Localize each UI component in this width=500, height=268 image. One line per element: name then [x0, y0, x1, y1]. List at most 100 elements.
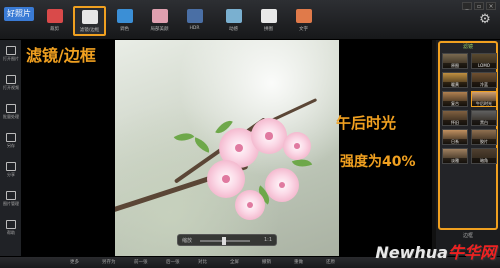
brush-icon — [151, 9, 168, 23]
annotation-title: 滤镜/边框 — [26, 46, 96, 65]
tool-crop[interactable]: 裁剪 — [38, 6, 71, 36]
watermark-brand: Newhua — [375, 243, 448, 262]
gear-icon[interactable]: ⚙ — [478, 13, 492, 27]
filter-thumbnail[interactable]: 原图 — [442, 53, 468, 69]
filter-panel-frame: 滤镜 原图 LOMO 暖黄 冷蓝复古 午后时光 怀旧 黑白日系 胶片 淡雅 暗角 — [438, 41, 498, 230]
sidebar-item-batch[interactable]: 批量处理 — [2, 104, 20, 124]
filter-thumbnail[interactable]: 淡雅 — [442, 148, 468, 164]
sidebar-item-video[interactable]: 打开视频 — [2, 75, 20, 95]
bottom-action[interactable]: 更多 — [70, 259, 79, 265]
sidebar-item-help[interactable]: 帮助 — [2, 220, 20, 240]
top-toolbar: 好照片 裁剪 滤镜/边框 调色 局部美颜 HDR 动感 拼图 文字 _ ▫ × ⚙ — [0, 0, 500, 40]
bottom-action[interactable]: 重做 — [294, 259, 303, 265]
annotation-effect: 午后时光 — [336, 114, 397, 132]
canvas-area: 缩放 1:1 — [22, 40, 432, 256]
filter-thumbnail-label: 午后时光 — [472, 101, 496, 106]
tool-text[interactable]: 文字 — [287, 6, 320, 36]
watermark: Newhua牛华网 — [375, 239, 496, 263]
tool-drop[interactable]: 调色 — [108, 6, 141, 36]
sidebar-item-manage[interactable]: 图片管理 — [2, 191, 20, 211]
bottom-action[interactable]: 撤销 — [262, 259, 271, 265]
filter-thumbnail-label: 暖黄 — [443, 82, 467, 87]
filter-thumbnail[interactable]: 复古 — [442, 91, 468, 107]
zoom-slider[interactable]: 缩放 1:1 — [177, 234, 277, 246]
manage-icon — [6, 191, 16, 200]
sidebar-item-label: 另存 — [7, 143, 15, 148]
tool-brush[interactable]: 局部美颜 — [143, 6, 176, 36]
watermark-suffix: 牛华网 — [447, 243, 496, 262]
sidebar-item-label: 图片管理 — [3, 201, 19, 206]
tool-label: 拼图 — [264, 27, 273, 32]
crop-icon — [46, 9, 63, 23]
bottom-action[interactable]: 前一张 — [134, 259, 148, 265]
filter-thumbnail[interactable]: 胶片 — [471, 129, 497, 145]
motion-icon — [225, 9, 242, 23]
tool-motion[interactable]: 动感 — [217, 6, 250, 36]
sidebar-item-label: 批量处理 — [3, 114, 19, 119]
zoom-knob[interactable] — [222, 237, 226, 245]
bottom-action[interactable]: 后一张 — [166, 259, 180, 265]
sidebar-item-save[interactable]: 另存 — [2, 133, 20, 153]
sidebar-item-label: 打开图片 — [3, 56, 19, 61]
filter-panel-header: 滤镜 — [462, 44, 473, 50]
tool-label: 局部美颜 — [150, 27, 169, 32]
filter-panel: 滤镜 原图 LOMO 暖黄 冷蓝复古 午后时光 怀旧 黑白日系 胶片 淡雅 暗角 边框 — [436, 40, 500, 256]
filter-thumbnail[interactable]: 暗角 — [471, 148, 497, 164]
filter-thumbnail-label: LOMO — [472, 63, 496, 68]
sidebar-item-label: 打开视频 — [3, 85, 19, 90]
filter-thumbnail-label: 原图 — [443, 63, 467, 68]
tool-collage[interactable]: 拼图 — [252, 6, 285, 36]
sidebar-item-label: 分享 — [7, 172, 15, 177]
folder-icon — [6, 46, 16, 55]
filter-thumbnail-label: 黑白 — [472, 120, 496, 125]
filter-thumbnail[interactable]: 冷蓝 — [471, 72, 497, 88]
bottom-action[interactable]: 对比 — [198, 259, 207, 265]
sidebar-item-share[interactable]: 分享 — [2, 162, 20, 182]
tool-label: 文字 — [299, 27, 308, 32]
bottom-action[interactable]: 全屏 — [230, 259, 239, 265]
tool-filter[interactable]: 滤镜/边框 — [73, 6, 106, 36]
tool-list: 裁剪 滤镜/边框 调色 局部美颜 HDR 动感 拼图 文字 — [38, 6, 322, 36]
tool-hdr[interactable]: HDR — [178, 6, 211, 36]
border-tab[interactable]: 边框 — [438, 232, 498, 239]
bottom-action[interactable]: 还原 — [326, 259, 335, 265]
tool-label: 动感 — [229, 27, 238, 32]
filter-thumbnail[interactable]: LOMO — [471, 53, 497, 69]
video-icon — [6, 75, 16, 84]
minimize-button[interactable]: _ — [462, 2, 472, 10]
filter-thumbnail[interactable]: 怀旧 — [442, 110, 468, 126]
hdr-icon — [186, 9, 203, 23]
save-icon — [6, 133, 16, 142]
filter-thumbnail-label: 日系 — [443, 139, 467, 144]
filter-thumbnail-label: 复古 — [443, 101, 467, 106]
filter-thumbnail[interactable]: 暖黄 — [442, 72, 468, 88]
filter-thumbnail[interactable]: 黑白 — [471, 110, 497, 126]
collage-icon — [260, 9, 277, 23]
tool-label: 裁剪 — [50, 27, 59, 32]
tool-label: 调色 — [120, 27, 129, 32]
filter-thumbnail-label: 暗角 — [472, 158, 496, 163]
batch-icon — [6, 104, 16, 113]
filter-thumbnail-label: 胶片 — [472, 139, 496, 144]
close-button[interactable]: × — [486, 2, 496, 10]
filter-icon — [81, 10, 98, 24]
filter-thumbnail[interactable]: 午后时光 — [471, 91, 497, 107]
tool-label: 滤镜/边框 — [79, 28, 100, 33]
text-icon — [295, 9, 312, 23]
help-icon — [6, 220, 16, 229]
sidebar-item-folder[interactable]: 打开图片 — [2, 46, 20, 66]
bottom-action[interactable]: 另存为 — [102, 259, 116, 265]
annotation-strength: 强度为40% — [340, 154, 416, 170]
filter-thumbnail[interactable]: 日系 — [442, 129, 468, 145]
share-icon — [6, 162, 16, 171]
photo-canvas[interactable] — [115, 40, 339, 256]
window-controls: _ ▫ × — [462, 2, 496, 10]
tool-label: HDR — [189, 26, 200, 31]
filter-thumbnail-label: 冷蓝 — [472, 82, 496, 87]
zoom-label: 缩放 — [182, 238, 193, 244]
left-sidebar: 打开图片打开视频批量处理另存分享图片管理帮助 — [0, 40, 22, 256]
drop-icon — [116, 9, 133, 23]
zoom-ratio[interactable]: 1:1 — [264, 237, 272, 243]
maximize-button[interactable]: ▫ — [474, 2, 484, 10]
sidebar-item-label: 帮助 — [7, 230, 15, 235]
